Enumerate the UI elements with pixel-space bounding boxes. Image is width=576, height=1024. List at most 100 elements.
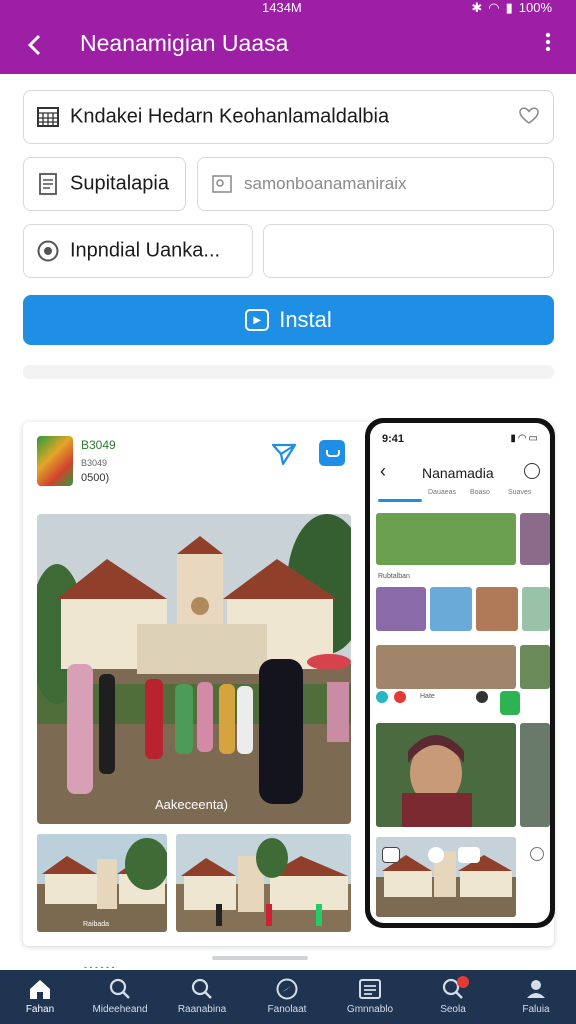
- phone-tile-person-3[interactable]: [476, 587, 518, 631]
- nav-item[interactable]: Faluia: [496, 970, 576, 1024]
- wifi-icon: ◠: [488, 0, 500, 15]
- nav-label: Raanabina: [177, 1004, 227, 1015]
- phone-back-icon[interactable]: ‹: [380, 461, 386, 482]
- nav-item[interactable]: Fanolaat: [247, 970, 327, 1024]
- phone-overlay-icon[interactable]: [458, 847, 480, 863]
- nav-label: Gmnnablo: [346, 1004, 394, 1015]
- divider: [23, 365, 554, 379]
- search-field[interactable]: samonboanamaniraix: [197, 157, 554, 211]
- phone-tile-side[interactable]: [520, 513, 550, 565]
- nav-item[interactable]: Seola: [413, 970, 493, 1024]
- portrait-photo: [376, 723, 516, 827]
- empty-input[interactable]: [263, 224, 554, 278]
- region-field[interactable]: Inpndial Uanka...: [23, 224, 253, 278]
- app-logo: [37, 436, 73, 486]
- thumbnail-2[interactable]: [176, 834, 351, 932]
- nav-label: Faluia: [522, 1004, 550, 1015]
- nav-item[interactable]: Raanabina: [162, 970, 242, 1024]
- app-title: Neanamigian Uaasa: [80, 30, 289, 56]
- subcategory-field[interactable]: Supitalapia: [23, 157, 186, 211]
- phone-heart-icon[interactable]: [524, 463, 540, 479]
- phone-tile-person-1[interactable]: [376, 587, 426, 631]
- nav-label: Fahan: [25, 1004, 55, 1015]
- phone-app-icon[interactable]: [394, 691, 406, 703]
- app-bar: Neanamigian Uaasa: [0, 16, 576, 74]
- phone-tile-banner[interactable]: [376, 513, 516, 565]
- more-button[interactable]: [544, 30, 552, 60]
- phone-tabs: Dauaeas Boaso Suaves: [378, 489, 548, 503]
- building-thumb: [176, 834, 351, 932]
- heart-icon[interactable]: [519, 106, 539, 131]
- bottom-nav: Fahan Mideeheand Raanabina Fanolaat Gmnn…: [0, 970, 576, 1024]
- image-search-icon: [210, 172, 234, 196]
- nav-item[interactable]: Gmnnablo: [330, 970, 410, 1024]
- category-value: Kndakei Hedarn Keohanlamaldalbia: [70, 105, 390, 128]
- app-version: B3049: [81, 438, 116, 452]
- status-bar: 1434M ✱ ◠ ▮ 100%: [0, 0, 576, 16]
- phone-action-row: Hate: [376, 691, 546, 719]
- search-placeholder: samonboanamaniraix: [244, 174, 407, 193]
- region-value: Inpndial Uanka...: [70, 239, 221, 262]
- phone-screen: 9:41 ▮◠▭ ‹ Nanamadia Dauaeas Boaso Suave…: [370, 423, 550, 923]
- app-meta: B3049: [81, 458, 108, 468]
- phone-app-icon[interactable]: [500, 691, 520, 715]
- install-label: Instal: [279, 307, 332, 332]
- status-time: 1434M: [262, 0, 302, 15]
- subcategory-value: Supitalapia: [70, 172, 169, 195]
- nav-label: Mideeheand: [92, 1004, 148, 1015]
- thumbnail-1[interactable]: Raibada: [37, 834, 167, 932]
- calendar-grid-icon: [36, 105, 60, 129]
- notification-badge: [457, 976, 469, 988]
- phone-time: 9:41: [382, 433, 405, 445]
- nav-label: Fanolaat: [267, 1004, 307, 1015]
- phone-tab-2[interactable]: Boaso: [470, 489, 490, 496]
- send-icon[interactable]: [271, 442, 297, 466]
- bluetooth-icon: ✱: [471, 0, 483, 15]
- phone-tile-person-2[interactable]: [430, 587, 472, 631]
- profile-icon: [524, 978, 548, 1000]
- location-icon: [36, 239, 60, 263]
- phone-tile-building-side[interactable]: [520, 645, 550, 689]
- status-icons: ✱ ◠ ▮ 100%: [471, 0, 552, 16]
- phone-app-icon[interactable]: [376, 691, 388, 703]
- search-icon: [190, 978, 214, 1000]
- main-photo[interactable]: Aakeceenta): [37, 514, 351, 824]
- phone-tab-indicator: [378, 499, 422, 502]
- building-photo: [37, 514, 351, 824]
- category-field[interactable]: Kndakei Hedarn Keohanlamaldalbia: [23, 90, 554, 144]
- phone-tile-portrait-side[interactable]: [520, 723, 550, 827]
- app-size: 0500): [81, 472, 110, 484]
- phone-app-icon[interactable]: [476, 691, 488, 703]
- scroll-handle[interactable]: [212, 956, 308, 960]
- compass-icon: [275, 978, 299, 1000]
- phone-tile-portrait[interactable]: [376, 723, 516, 827]
- building-thumb: [37, 834, 167, 932]
- list-icon: [358, 978, 382, 1000]
- phone-tab-1[interactable]: Dauaeas: [428, 489, 456, 496]
- nav-item[interactable]: Mideeheand: [80, 970, 160, 1024]
- document-icon: [36, 172, 60, 196]
- phone-row-label: Hate: [420, 693, 435, 700]
- back-button[interactable]: [18, 28, 52, 62]
- photo-caption: Aakeceenta): [155, 797, 228, 812]
- search-icon: [108, 978, 132, 1000]
- home-icon: [28, 978, 52, 1000]
- phone-overlay-icon[interactable]: [382, 847, 400, 863]
- phone-tab-3[interactable]: Suaves: [508, 489, 531, 496]
- phone-mockup: 9:41 ▮◠▭ ‹ Nanamadia Dauaeas Boaso Suave…: [365, 418, 555, 928]
- nav-label: Seola: [440, 1004, 466, 1015]
- phone-title: Nanamadia: [422, 465, 494, 481]
- phone-overlay-icon[interactable]: [428, 847, 444, 863]
- phone-tile-building[interactable]: [376, 645, 516, 689]
- battery-text: 100%: [518, 0, 552, 15]
- install-button[interactable]: ▶ Instal: [23, 295, 554, 345]
- phone-add-icon[interactable]: [530, 847, 544, 861]
- share-icon[interactable]: [319, 440, 345, 466]
- nav-home[interactable]: Fahan: [0, 970, 80, 1024]
- phone-tile-person-4[interactable]: [522, 587, 550, 631]
- thumb-caption: Raibada: [83, 921, 110, 928]
- more-vert-icon: [545, 32, 551, 52]
- signal-icon: ▮: [505, 0, 513, 15]
- chevron-left-icon: [27, 34, 41, 56]
- play-icon: ▶: [245, 309, 270, 331]
